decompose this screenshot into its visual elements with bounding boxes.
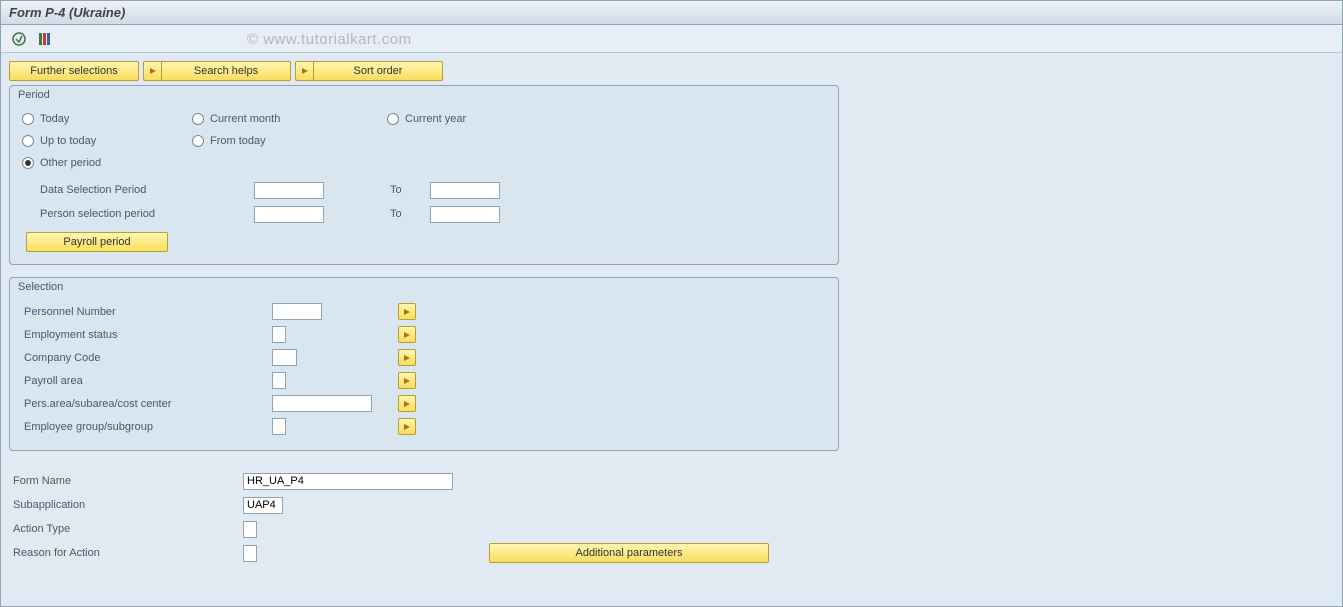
person-selection-period-label: Person selection period xyxy=(22,208,254,220)
multiple-selection-button[interactable] xyxy=(398,395,416,412)
personnel-number-label: Personnel Number xyxy=(22,306,272,318)
radio-up-to-today-label: Up to today xyxy=(40,135,96,147)
radio-from-today-label: From today xyxy=(210,135,266,147)
further-selections-button[interactable]: Further selections xyxy=(9,61,139,81)
period-group: Period Today Current month Current year xyxy=(9,85,839,265)
title-bar: Form P-4 (Ukraine) xyxy=(1,1,1342,25)
radio-up-to-today[interactable] xyxy=(22,135,34,147)
arrow-right-icon xyxy=(143,61,161,81)
action-type-label: Action Type xyxy=(9,523,243,535)
subapplication-input[interactable] xyxy=(243,497,283,514)
person-selection-to-input[interactable] xyxy=(430,206,500,223)
radio-current-month-label: Current month xyxy=(210,113,280,125)
pers-area-label: Pers.area/subarea/cost center xyxy=(22,398,272,410)
main-area: Further selections Search helps Sort ord… xyxy=(1,53,1342,606)
multiple-selection-button[interactable] xyxy=(398,349,416,366)
radio-other-period[interactable] xyxy=(22,157,34,169)
reason-for-action-label: Reason for Action xyxy=(9,547,243,559)
radio-current-year-label: Current year xyxy=(405,113,466,125)
radio-other-period-label: Other period xyxy=(40,157,101,169)
selection-group-title: Selection xyxy=(10,278,838,298)
multiple-selection-button[interactable] xyxy=(398,418,416,435)
employment-status-input[interactable] xyxy=(272,326,286,343)
page-title: Form P-4 (Ukraine) xyxy=(9,5,125,20)
radio-current-year[interactable] xyxy=(387,113,399,125)
payroll-area-label: Payroll area xyxy=(22,375,272,387)
payroll-period-button[interactable]: Payroll period xyxy=(26,232,168,252)
command-buttons-row: Further selections Search helps Sort ord… xyxy=(9,61,1334,81)
to-label: To xyxy=(390,184,430,196)
watermark-text: © www.tutorialkart.com xyxy=(247,31,412,48)
employee-group-input[interactable] xyxy=(272,418,286,435)
company-code-label: Company Code xyxy=(22,352,272,364)
search-helps-button[interactable]: Search helps xyxy=(161,61,291,81)
radio-today[interactable] xyxy=(22,113,34,125)
radio-today-label: Today xyxy=(40,113,69,125)
execute-icon[interactable] xyxy=(9,29,29,49)
reason-for-action-input[interactable] xyxy=(243,545,257,562)
arrow-right-icon xyxy=(295,61,313,81)
data-selection-from-input[interactable] xyxy=(254,182,324,199)
additional-parameters-button[interactable]: Additional parameters xyxy=(489,543,769,563)
selection-group: Selection Personnel Number Employment st… xyxy=(9,277,839,451)
app-window: Form P-4 (Ukraine) © www.tutorialkart.co… xyxy=(0,0,1343,607)
form-name-input[interactable] xyxy=(243,473,453,490)
company-code-input[interactable] xyxy=(272,349,297,366)
payroll-area-input[interactable] xyxy=(272,372,286,389)
radio-from-today[interactable] xyxy=(192,135,204,147)
variant-icon[interactable] xyxy=(35,29,55,49)
sort-order-button[interactable]: Sort order xyxy=(313,61,443,81)
data-selection-period-label: Data Selection Period xyxy=(22,184,254,196)
bottom-fields: Form Name Subapplication Action Type Rea… xyxy=(9,469,1334,565)
data-selection-to-input[interactable] xyxy=(430,182,500,199)
action-type-input[interactable] xyxy=(243,521,257,538)
icon-toolbar: © www.tutorialkart.com xyxy=(1,25,1342,53)
subapplication-label: Subapplication xyxy=(9,499,243,511)
form-name-label: Form Name xyxy=(9,475,243,487)
multiple-selection-button[interactable] xyxy=(398,372,416,389)
multiple-selection-button[interactable] xyxy=(398,303,416,320)
period-group-title: Period xyxy=(10,86,838,106)
person-selection-from-input[interactable] xyxy=(254,206,324,223)
multiple-selection-button[interactable] xyxy=(398,326,416,343)
radio-current-month[interactable] xyxy=(192,113,204,125)
employee-group-label: Employee group/subgroup xyxy=(22,421,272,433)
pers-area-input[interactable] xyxy=(272,395,372,412)
employment-status-label: Employment status xyxy=(22,329,272,341)
personnel-number-input[interactable] xyxy=(272,303,322,320)
to-label: To xyxy=(390,208,430,220)
